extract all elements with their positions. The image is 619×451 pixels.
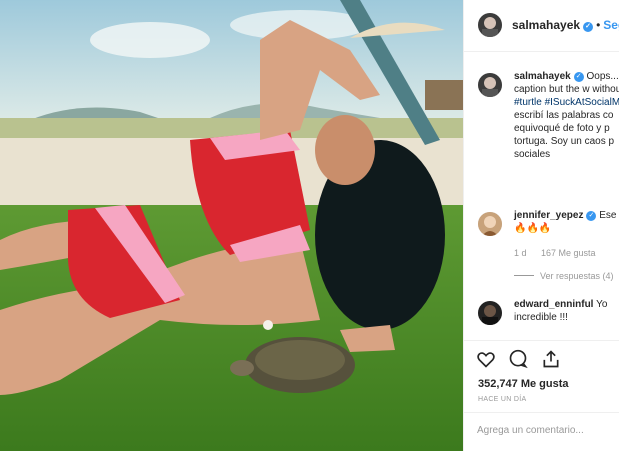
follow-button[interactable]: Segu [603,18,619,32]
hashtag-turtle[interactable]: #turtle [514,97,542,108]
post-time: HACE UN DÍA [478,396,527,403]
author-line: salmahayek✓•Segu [512,18,619,32]
add-comment-input[interactable] [477,425,619,436]
verified-icon: ✓ [573,72,584,82]
verified-icon: ✓ [586,211,597,221]
post-header: salmahayek✓•Segu [464,0,619,52]
caption-text: salmahayek✓ Oops... right caption but th… [514,70,619,161]
comments-list[interactable]: salmahayek✓ Oops... right caption but th… [464,58,619,340]
heart-icon[interactable] [476,349,496,374]
replies-line [514,275,534,276]
author-avatar[interactable] [478,13,502,37]
post-image [0,0,463,451]
caption-text-2: escribí las palabras co equivoqué de fot… [514,110,615,160]
caption-avatar[interactable] [478,73,502,97]
comment-body: edward_enninful Yo incredible !!! [514,298,619,324]
author-username[interactable]: salmahayek [512,18,580,32]
separator-dot: • [596,18,601,32]
add-comment-box [464,412,619,451]
comment-age: 1 d [514,248,527,258]
comment-icon[interactable] [508,349,529,374]
post-actions: 352,747 Me gusta HACE UN DÍA [464,340,619,412]
view-replies-label: Ver respuestas (4) [540,271,614,281]
action-icons [476,349,569,373]
likes-count[interactable]: 352,747 Me gusta [478,378,569,390]
caption-username[interactable]: salmahayek [514,71,571,82]
post-side-panel: salmahayek✓•Segu salmahayek✓ Oops... rig… [463,0,619,451]
hashtag-isuckatsocialmedia[interactable]: #ISuckAtSocialMedia [545,97,619,108]
commenter-username[interactable]: edward_enninful [514,299,593,310]
comment-likes[interactable]: 167 Me gusta [541,248,596,258]
comment-emoji: 🔥🔥🔥 [514,223,552,234]
share-icon[interactable] [541,349,561,374]
view-replies[interactable]: Ver respuestas (4) [514,270,619,283]
comment-meta: 1 d 167 Me gusta [514,247,619,260]
commenter-avatar[interactable] [478,212,502,236]
commenter-username[interactable]: jennifer_yepez [514,210,583,221]
comment-body: jennifer_yepez ✓ Ese 🔥🔥🔥 1 d 167 Me gusta… [514,209,619,283]
post-photo[interactable] [0,0,463,451]
comment-text: Ese [599,210,617,221]
verified-icon: ✓ [583,22,594,32]
commenter-avatar[interactable] [478,301,502,325]
